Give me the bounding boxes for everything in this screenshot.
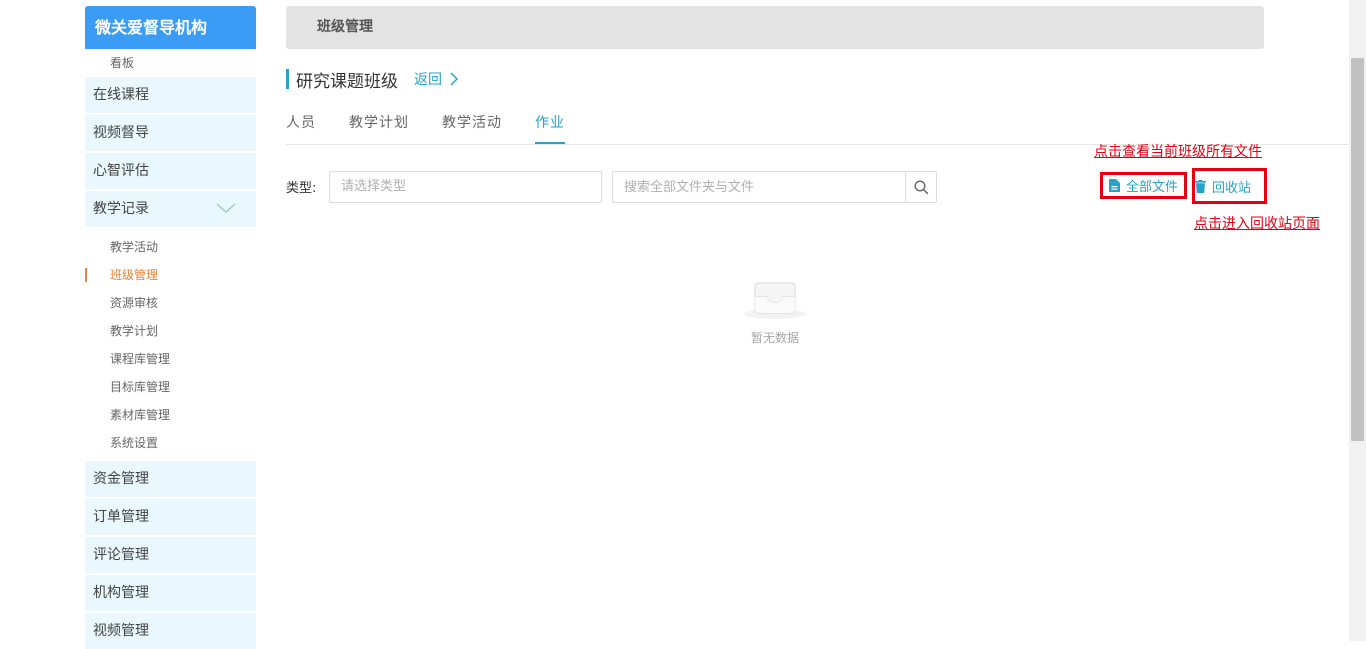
tab-members[interactable]: 人员: [286, 112, 316, 145]
sidebar: 微关爱督导机构 看板 在线课程 视频督导 心智评估 教学记录 教学活动 班级管理…: [85, 6, 256, 649]
sidebar-subitem-teaching-activity[interactable]: 教学活动: [85, 233, 256, 261]
sidebar-subitem-system-settings[interactable]: 系统设置: [85, 429, 256, 457]
active-indicator: [85, 268, 87, 282]
scrollbar[interactable]: [1349, 0, 1366, 641]
search-box: [612, 171, 937, 203]
type-label: 类型:: [286, 181, 317, 196]
sidebar-subitem-resource-review[interactable]: 资源审核: [85, 289, 256, 317]
chevron-right-icon: [450, 72, 458, 86]
scrollbar-thumb[interactable]: [1351, 58, 1364, 441]
chevron-down-icon: [216, 203, 236, 214]
sidebar-subitem-teaching-plan[interactable]: 教学计划: [85, 317, 256, 345]
sidebar-item-label: 教学记录: [93, 201, 149, 217]
empty-text: 暂无数据: [750, 331, 799, 345]
tab-teaching-activity[interactable]: 教学活动: [442, 112, 502, 145]
recycle-annotation: 点击进入回收站页面: [1194, 216, 1320, 232]
tab-teaching-plan[interactable]: 教学计划: [349, 112, 409, 145]
sidebar-item-mind-assessment[interactable]: 心智评估: [85, 153, 256, 189]
all-files-annotation: 点击查看当前班级所有文件: [1094, 144, 1262, 160]
tab-bar: 人员 教学计划 教学活动 作业: [286, 112, 598, 145]
recycle-bin-button[interactable]: 回收站: [1192, 168, 1267, 204]
tab-homework[interactable]: 作业: [535, 112, 565, 145]
sidebar-item-comments[interactable]: 评论管理: [85, 537, 256, 573]
sidebar-item-funds[interactable]: 资金管理: [85, 461, 256, 497]
back-label: 返回: [414, 72, 442, 88]
sidebar-item-teaching-record[interactable]: 教学记录: [85, 191, 256, 227]
sidebar-subitem-course-library[interactable]: 课程库管理: [85, 345, 256, 373]
page-title: 班级管理: [317, 19, 373, 35]
teaching-record-submenu: 教学活动 班级管理 资源审核 教学计划 课程库管理 目标库管理 素材库管理 系统…: [85, 229, 256, 461]
type-select[interactable]: 请选择类型: [329, 171, 602, 203]
file-icon: [1109, 179, 1120, 192]
back-link[interactable]: 返回: [414, 69, 458, 89]
search-button[interactable]: [905, 172, 936, 202]
class-title: 研究课题班级: [296, 71, 398, 92]
sidebar-item-orders[interactable]: 订单管理: [85, 499, 256, 535]
sidebar-subitem-material-library[interactable]: 素材库管理: [85, 401, 256, 429]
sidebar-subitem-class-management[interactable]: 班级管理: [85, 261, 256, 289]
sidebar-item-online-course[interactable]: 在线课程: [85, 77, 256, 113]
all-files-button[interactable]: 全部文件: [1100, 172, 1187, 199]
trash-icon: [1195, 179, 1206, 193]
empty-state: 暂无数据: [743, 279, 807, 346]
sidebar-item-organization[interactable]: 机构管理: [85, 575, 256, 611]
sidebar-subitem-goal-library[interactable]: 目标库管理: [85, 373, 256, 401]
sidebar-item-videos[interactable]: 视频管理: [85, 613, 256, 649]
brand-title: 微关爱督导机构: [85, 6, 256, 49]
search-input[interactable]: [613, 172, 905, 202]
empty-inbox-icon: [744, 282, 806, 319]
sidebar-item-board[interactable]: 看板: [85, 49, 256, 77]
sidebar-subitem-label: 班级管理: [110, 268, 159, 282]
all-files-label: 全部文件: [1126, 180, 1179, 195]
search-icon: [913, 179, 928, 194]
sidebar-item-video-supervision[interactable]: 视频督导: [85, 115, 256, 151]
title-accent-bar: [286, 69, 289, 89]
recycle-bin-label: 回收站: [1212, 180, 1252, 196]
header-bar: 班级管理: [286, 6, 1264, 49]
class-title-row: 研究课题班级 返回: [286, 68, 458, 92]
